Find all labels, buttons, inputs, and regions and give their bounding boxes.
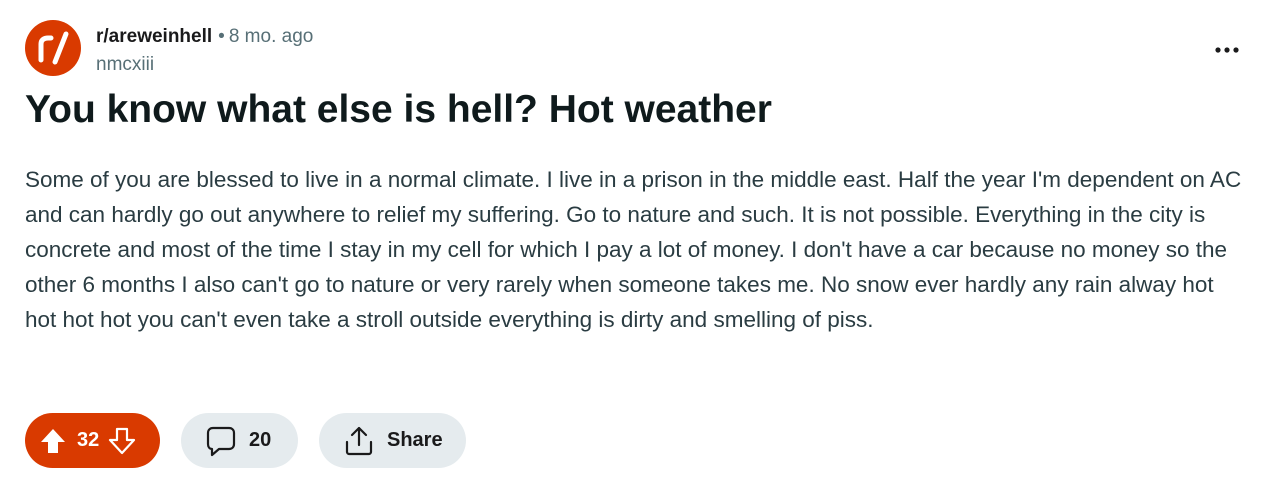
post-body: Some of you are blessed to live in a nor… <box>25 167 1242 332</box>
post-time: 8 mo. ago <box>228 26 314 47</box>
author-link[interactable]: nmcxiii <box>96 53 154 77</box>
comment-icon <box>206 426 236 456</box>
overflow-menu-button[interactable] <box>1210 33 1244 67</box>
upvote-button[interactable] <box>39 427 67 455</box>
vote-group: 32 <box>25 413 160 468</box>
share-icon-wrap <box>343 425 375 457</box>
downvote-icon <box>109 427 136 454</box>
post-title: You know what else is hell? Hot weather <box>25 88 772 131</box>
comments-button[interactable]: 20 <box>181 413 298 468</box>
subreddit-avatar[interactable] <box>25 20 81 76</box>
comment-count: 20 <box>249 429 272 451</box>
vote-count: 32 <box>77 429 100 451</box>
share-button[interactable]: Share <box>319 413 466 468</box>
subreddit-link[interactable]: r/areweinhell <box>96 26 212 47</box>
post-card: r/areweinhell • 8 mo. ago nmcxiii You know… <box>0 0 1279 504</box>
share-icon <box>345 426 373 455</box>
share-label: Share <box>387 429 443 451</box>
comment-icon-wrap <box>205 425 237 457</box>
more-horizontal-icon <box>1215 47 1239 53</box>
subreddit-logo-icon <box>38 31 69 65</box>
post-meta: r/areweinhell • 8 mo. ago <box>96 25 313 49</box>
meta-separator: • <box>218 26 225 47</box>
downvote-button[interactable] <box>108 427 136 455</box>
upvote-icon <box>41 428 65 453</box>
